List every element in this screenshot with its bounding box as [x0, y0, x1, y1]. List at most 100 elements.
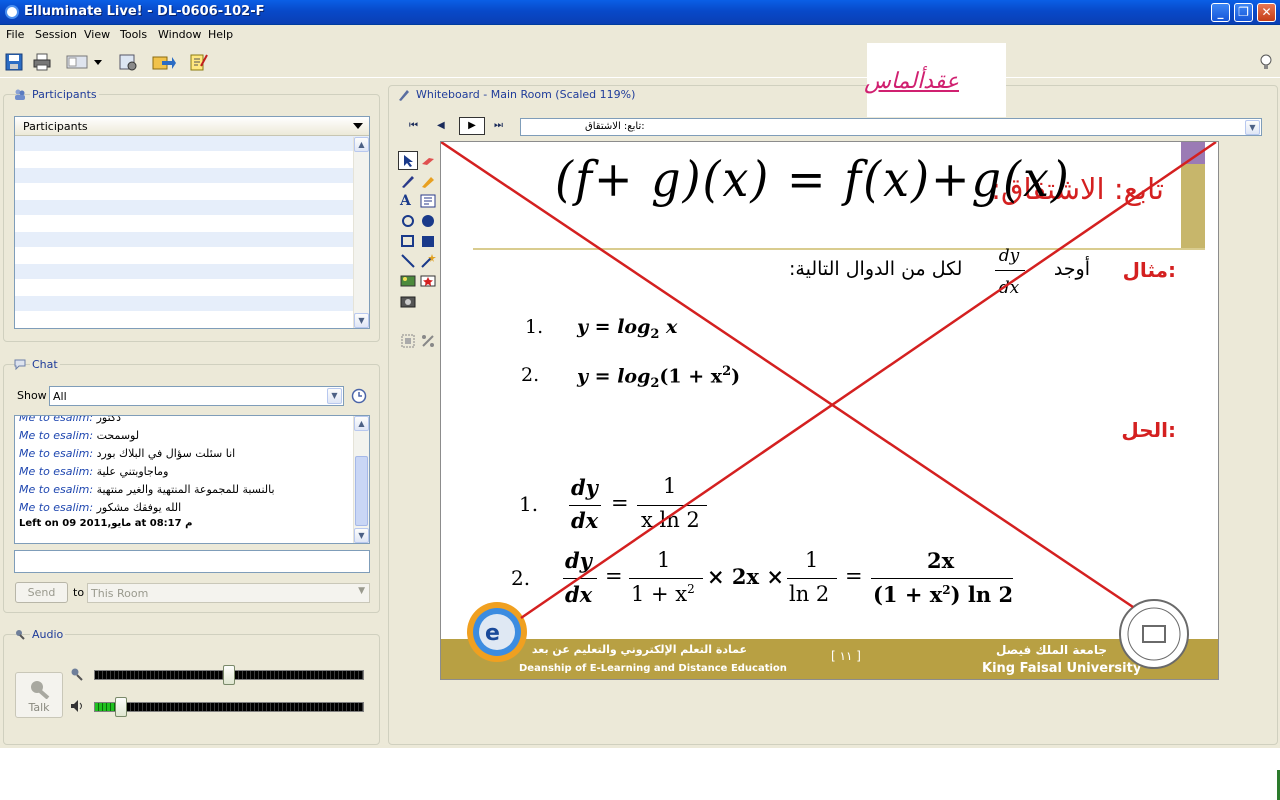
chat-message: Me to esalim: دكتور — [19, 415, 122, 424]
whiteboard-slide[interactable]: تابع: الاشتقاق: (f+ g)(x) = f(x)+g(x) مث… — [440, 141, 1219, 680]
line-icon[interactable] — [400, 253, 416, 269]
slider-thumb[interactable] — [223, 665, 235, 685]
scroll-down-icon[interactable]: ▼ — [354, 313, 369, 328]
talk-button[interactable]: Talk — [15, 672, 63, 718]
chevron-down-icon[interactable]: ▼ — [358, 586, 365, 596]
heading-rule — [473, 248, 1205, 250]
print-icon[interactable] — [32, 52, 52, 72]
participants-scrollbar[interactable]: ▲ ▼ — [353, 137, 369, 328]
notes-icon[interactable] — [188, 52, 208, 72]
solution-2-numerator-b: 1 — [805, 548, 819, 572]
solution-2-denominator-c: (1 + x2) ln 2 — [873, 582, 1014, 607]
example-label: مثال: — [1122, 258, 1176, 282]
to-label: to — [73, 586, 85, 599]
magic-wand-icon[interactable] — [420, 253, 436, 269]
chat-title: Chat — [30, 358, 60, 371]
fraction-bar — [637, 505, 707, 506]
minimize-button[interactable]: _ — [1211, 3, 1230, 22]
menu-tools[interactable]: Tools — [120, 28, 147, 41]
fraction-bar — [563, 578, 597, 579]
pen-icon[interactable] — [400, 173, 416, 189]
chat-message: Me to esalim: انا سئلت سؤال في البلاك بو… — [19, 447, 236, 460]
mic-level-slider[interactable] — [94, 665, 364, 685]
scroll-up-icon[interactable]: ▲ — [354, 416, 369, 431]
menu-session[interactable]: Session — [35, 28, 77, 41]
text-box-icon[interactable] — [420, 193, 436, 209]
previous-page-icon[interactable]: ◀ — [437, 120, 445, 131]
chevron-down-icon[interactable]: ▼ — [1245, 120, 1260, 135]
page-select[interactable]: تابع: الاشتقاق: ▼ — [520, 118, 1262, 136]
clipart-icon[interactable] — [420, 273, 436, 289]
zoom-percent-icon[interactable] — [420, 333, 436, 349]
play-icon[interactable]: ▶ — [459, 117, 485, 135]
last-page-icon[interactable]: ⏭ — [494, 120, 503, 131]
speaker-volume-slider[interactable] — [94, 697, 364, 717]
send-button[interactable]: Send — [15, 582, 68, 603]
chat-message: Me to esalim: وماجاوبتني علية — [19, 465, 169, 478]
scroll-down-icon[interactable]: ▼ — [354, 528, 369, 543]
menu-window[interactable]: Window — [158, 28, 201, 41]
audio-title: Audio — [30, 628, 66, 641]
filled-rectangle-icon[interactable] — [420, 233, 436, 249]
slider-thumb[interactable] — [115, 697, 127, 717]
highlighter-icon[interactable] — [420, 173, 436, 189]
image-icon[interactable] — [400, 273, 416, 289]
chat-log[interactable]: Me to esalim: دكتور Me to esalim: لوسمحت… — [14, 415, 370, 544]
preferences-icon[interactable] — [118, 52, 138, 72]
solution-2-numerator-c: 2x — [927, 548, 955, 573]
solution-1-number: 1. — [519, 492, 539, 516]
eraser-icon[interactable] — [420, 153, 436, 169]
clock-icon[interactable] — [351, 388, 367, 404]
app-window: Elluminate Live! - DL-0606-102-F _ ❐ ✕ F… — [0, 0, 1280, 748]
help-bulb-icon[interactable] — [1256, 52, 1276, 72]
scroll-up-icon[interactable]: ▲ — [354, 137, 369, 152]
mic-level-icon — [71, 668, 83, 681]
participants-title: Participants — [30, 88, 99, 101]
dydx-numerator: dy — [998, 246, 1020, 266]
screen-capture-icon[interactable] — [400, 293, 416, 309]
chevron-down-icon[interactable] — [353, 123, 363, 130]
equals-sign: = — [845, 564, 863, 588]
solution-2-multiply: × 2x × — [707, 564, 784, 589]
rectangle-icon[interactable] — [400, 233, 416, 249]
zoom-fit-icon[interactable] — [400, 333, 416, 349]
window-title: Elluminate Live! - DL-0606-102-F — [24, 4, 265, 19]
fraction-bar — [787, 578, 837, 579]
menu-file[interactable]: File — [6, 28, 24, 41]
chat-input[interactable] — [14, 550, 370, 573]
problem-1-number: 1. — [525, 316, 544, 338]
select-tool[interactable] — [398, 151, 418, 170]
close-button[interactable]: ✕ — [1257, 3, 1276, 22]
chevron-down-icon[interactable]: ▼ — [327, 388, 342, 404]
solution-1-dy: dy — [571, 475, 598, 500]
show-label: Show — [17, 389, 47, 402]
app-icon — [5, 5, 19, 19]
save-icon[interactable] — [4, 52, 24, 72]
menu-bar: File Session View Tools Window Help — [0, 25, 1280, 44]
recipient-value: This Room — [91, 587, 149, 600]
text-tool-icon[interactable]: A — [400, 193, 416, 209]
handwritten-formula: (f+ g)(x) = f(x)+g(x) — [555, 150, 1071, 208]
chevron-down-icon[interactable] — [92, 52, 104, 72]
university-seal — [1119, 599, 1189, 669]
participants-header-label: Participants — [23, 120, 88, 133]
circle-icon[interactable] — [400, 213, 416, 229]
layout-icon[interactable] — [66, 52, 88, 72]
chat-icon — [14, 359, 26, 370]
maximize-button[interactable]: ❐ — [1234, 3, 1253, 22]
equals-sign: = — [605, 564, 623, 588]
filled-circle-icon[interactable] — [420, 213, 436, 229]
menu-help[interactable]: Help — [208, 28, 233, 41]
load-icon[interactable] — [152, 52, 176, 72]
show-select[interactable]: All ▼ — [49, 386, 344, 406]
solution-1-numerator: 1 — [663, 474, 677, 498]
recipient-select[interactable]: This Room ▼ — [87, 583, 370, 603]
participants-icon — [15, 89, 25, 100]
first-page-icon[interactable]: ⏮ — [409, 120, 418, 131]
participants-header[interactable]: Participants — [15, 117, 369, 136]
menu-view[interactable]: View — [84, 28, 110, 41]
chat-scrollbar[interactable]: ▲ ▼ — [353, 416, 369, 543]
scroll-thumb[interactable] — [355, 456, 368, 526]
elearning-logo: e — [467, 602, 527, 662]
title-bar: Elluminate Live! - DL-0606-102-F _ ❐ ✕ — [0, 0, 1280, 25]
